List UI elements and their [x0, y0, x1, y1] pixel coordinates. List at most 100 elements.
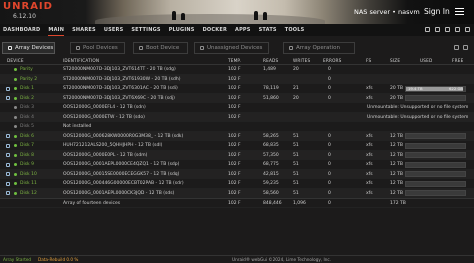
table-row: Disk 6 OOS12000G_000628KW0000R0G3M38_ - 1…	[0, 131, 474, 141]
device-writes: 51	[293, 181, 299, 187]
status-dot-icon	[14, 87, 18, 91]
device-name-link[interactable]: Disk 11	[20, 181, 37, 186]
device-name-link[interactable]: Disk 5	[20, 124, 34, 129]
hamburger-menu-icon[interactable]	[455, 8, 464, 15]
help-icon[interactable]	[465, 27, 470, 32]
device-name-link[interactable]: Disk 10	[20, 172, 37, 177]
device-name-link[interactable]: Disk 3	[20, 105, 34, 110]
device-name-link[interactable]: Disk 2	[20, 96, 34, 101]
device-fs: xfs	[366, 171, 373, 177]
header-banner: UNRAID 6.12.10 NAS server • nasvm Sign I…	[0, 0, 474, 24]
table-row: Disk 11 OOS12000G_000446G00000ECBT02PAB -…	[0, 179, 474, 189]
device-identification: OOS12000G_0001AEPL0000CE4QZQ1 - 12 TB (s…	[63, 162, 180, 168]
device-writes: 51	[293, 152, 299, 158]
tab-pool-devices[interactable]: Pool Devices	[70, 42, 125, 54]
usage-bar	[405, 180, 466, 187]
device-reads: 58,265	[263, 133, 279, 139]
device-temp: 102 F	[228, 95, 241, 101]
device-name-link[interactable]: Disk 9	[20, 162, 34, 167]
edit-icon[interactable]	[6, 153, 10, 157]
drive-icon	[200, 46, 204, 50]
device-reads: 58,560	[263, 190, 279, 196]
status-dot-icon	[14, 172, 18, 176]
device-writes: 51	[293, 190, 299, 196]
table-body: Parity ST20000NM007D-3DJ103_ZVT614TT - 20…	[0, 65, 474, 198]
device-identification: ST20000NM007D-3DJ103_ZVT614TT - 20 TB (s…	[63, 67, 176, 73]
nav-docker[interactable]: DOCKER	[203, 24, 227, 36]
status-dot-icon	[14, 134, 18, 138]
status-dot-icon	[14, 182, 18, 186]
device-name-link[interactable]: Disk 4	[20, 115, 34, 120]
nav-apps[interactable]: APPS	[235, 24, 251, 36]
device-size: 20 TB	[390, 95, 403, 101]
layout-icon[interactable]	[463, 45, 468, 50]
device-writes: 51	[293, 133, 299, 139]
edit-icon[interactable]	[6, 172, 10, 176]
nav-users[interactable]: USERS	[104, 24, 124, 36]
table-header: DEVICE IDENTIFICATION TEMP. READS WRITES…	[0, 56, 474, 65]
usage-bar	[405, 171, 466, 178]
server-name: NAS server • nasvm	[354, 8, 420, 16]
nav-tools[interactable]: TOOLS	[285, 24, 305, 36]
table-row: Parity 2 ST20000NM007D-3DJ103_ZVT61930W -…	[0, 74, 474, 84]
device-errors: 0	[328, 95, 331, 101]
device-temp: 102 F	[228, 114, 241, 120]
edit-icon[interactable]	[6, 96, 10, 100]
tab-boot-device[interactable]: Boot Device	[133, 42, 188, 54]
device-reads: 78,119	[263, 86, 279, 92]
table-row: Disk 5 Not installed	[0, 122, 474, 132]
view-toggle-icon[interactable]	[454, 45, 459, 50]
unraid-logo[interactable]: UNRAID	[3, 1, 53, 12]
edit-icon[interactable]	[6, 86, 10, 91]
device-fs: xfs	[366, 162, 373, 168]
terminal-icon[interactable]	[425, 27, 430, 32]
device-fs: xfs	[366, 133, 373, 139]
table-row: Disk 7 HUH721212ALS200_5QHHJHPH - 12 TB (…	[0, 141, 474, 151]
rebuild-status[interactable]: Data-Rebuild 0.0 %	[38, 257, 78, 262]
edit-icon[interactable]	[6, 181, 10, 186]
device-identification: ST20000NM007D-3DJ103_ZVT6301AC - 20 TB (…	[63, 86, 178, 92]
device-identification: OOS12000G_00015SE0000ECEGGK57 - 12 TB (s…	[63, 171, 180, 177]
device-size: 12 TB	[390, 171, 403, 177]
device-errors: 0	[328, 67, 331, 73]
col-device: DEVICE	[7, 58, 24, 63]
nav-shares[interactable]: SHARES	[72, 24, 96, 36]
device-reads: 1,489	[263, 67, 276, 73]
device-name-link[interactable]: Disk 8	[20, 153, 34, 158]
nav-settings[interactable]: SETTINGS	[131, 24, 160, 36]
version-label: 6.12.10	[13, 13, 36, 20]
status-dot-icon	[14, 153, 18, 157]
device-size: 12 TB	[390, 143, 403, 149]
usage-bar: 19.4 TB 622 GB	[405, 85, 466, 92]
tab-array-devices[interactable]: Array Devices	[2, 42, 55, 54]
nav-main[interactable]: MAIN	[48, 25, 65, 36]
edit-icon[interactable]	[6, 162, 10, 167]
device-name-link[interactable]: Disk 1	[20, 86, 34, 91]
tab-tools	[454, 45, 468, 50]
log-icon[interactable]	[455, 27, 460, 32]
device-name-link[interactable]: Disk 6	[20, 134, 34, 139]
nav-dashboard[interactable]: DASHBOARD	[3, 24, 40, 36]
nav-stats[interactable]: STATS	[259, 24, 277, 36]
edit-icon[interactable]	[6, 191, 10, 195]
device-identification: ST20000NM007D-3DJ103_ZVT6X69C - 20 TB (s…	[63, 95, 175, 101]
device-errors: 0	[328, 162, 331, 168]
summary-size: 172 TB	[390, 201, 406, 207]
tab-array-operation[interactable]: Array Operation	[283, 42, 355, 54]
copyright-text: Unraid® webGui ©2024, Lime Technology, I…	[232, 257, 332, 262]
feedback-icon[interactable]	[435, 27, 440, 32]
info-icon[interactable]	[445, 27, 450, 32]
device-errors: 0	[328, 86, 331, 92]
device-name-link[interactable]: Disk 7	[20, 143, 34, 148]
banner-figure	[172, 11, 176, 20]
nav-plugins[interactable]: PLUGINS	[169, 24, 195, 36]
edit-icon[interactable]	[6, 134, 10, 138]
device-identification: OOS12000G_000446G00000ECBT02PAB - 12 TB …	[63, 181, 184, 187]
device-name-link[interactable]: Disk 12	[20, 191, 37, 196]
edit-icon[interactable]	[6, 143, 10, 148]
sign-in-link[interactable]: Sign In	[424, 7, 450, 16]
device-name-link[interactable]: Parity 2	[20, 77, 37, 82]
tab-unassigned-devices[interactable]: Unassigned Devices	[194, 42, 269, 54]
device-errors: 0	[328, 171, 331, 177]
device-name-link[interactable]: Parity	[20, 67, 33, 72]
